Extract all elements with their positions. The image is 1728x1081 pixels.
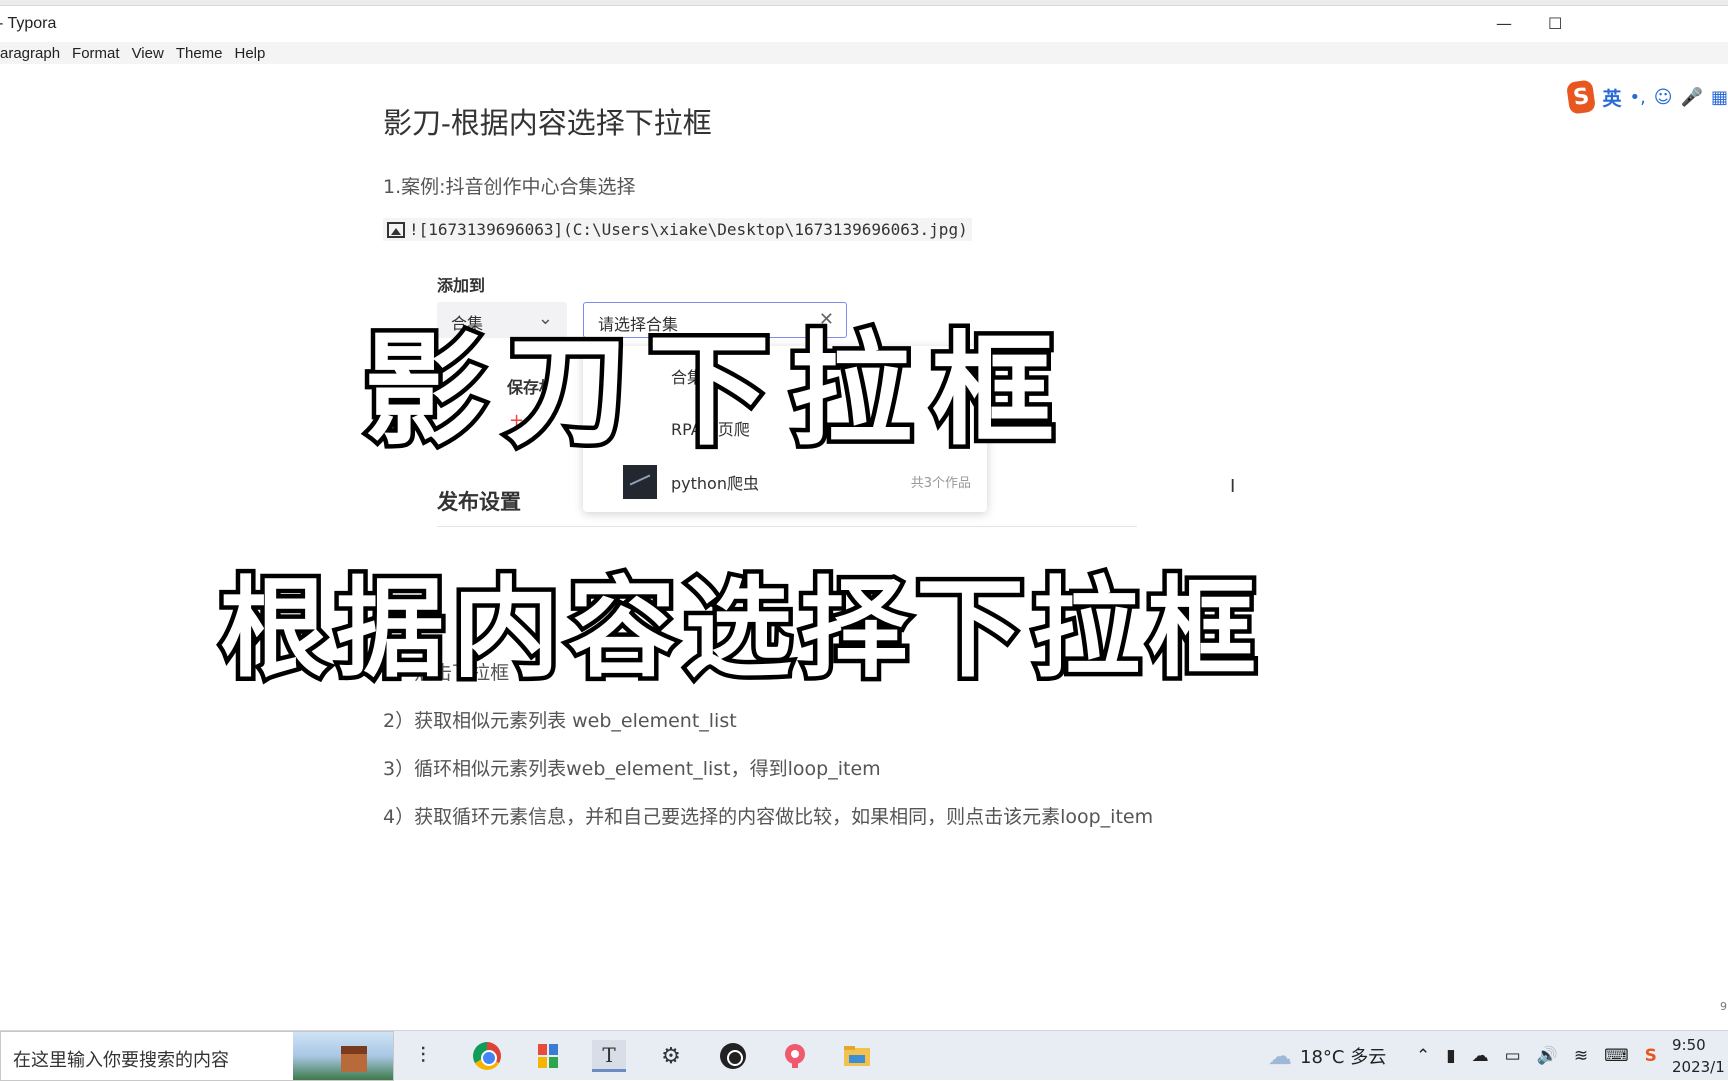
yingdao-icon[interactable] [778,1040,812,1072]
collection-thumbnail [623,465,657,499]
system-tray: ⌃ ▮ ☁ ▭ 🔊 ≋ ⌨ S [1416,1031,1657,1081]
cloud-icon: ☁ [1268,1042,1292,1070]
dropdown-item-name: python爬虫 [671,474,759,493]
publish-settings-heading: 发布设置 [437,490,521,514]
chrome-icon[interactable] [470,1040,504,1072]
punctuation-icon[interactable]: •, [1629,87,1645,108]
ime-toolbar: S 英 •, ☺ 🎤 ▦ [1565,79,1728,115]
chevron-up-icon[interactable]: ⌃ [1416,1046,1430,1066]
text-cursor-icon: I [1230,476,1236,497]
case-paragraph: 1.案例:抖音创作中心合集选择 [383,176,636,198]
search-highlight-image [293,1032,393,1080]
image-icon [387,221,405,238]
step-3: 3）循环相似元素列表web_element_list，得到loop_item [383,758,881,780]
taskbar-search[interactable]: 在这里输入你要搜索的内容 [0,1031,394,1081]
taskbar: 在这里输入你要搜索的内容 ⫶ T ⚙ ☁ 18°C 多云 ⌃ ▮ ☁ ▭ 🔊 ≋… [0,1030,1728,1081]
app-grid-icon[interactable] [532,1040,566,1072]
image-link[interactable]: ![1673139696063](C:\Users\xiake\Desktop\… [383,218,972,241]
grid-icon[interactable]: ▦ [1711,87,1728,108]
bookmark-icon[interactable]: ▮ [1446,1046,1455,1066]
step-2: 2）获取相似元素列表 web_element_list [383,710,737,732]
menu-bar: aragraph Format View Theme Help [0,42,1728,64]
document-title: 影刀-根据内容选择下拉框 [383,106,712,140]
volume-icon[interactable]: 🔊 [1537,1046,1558,1066]
menu-format[interactable]: Format [66,45,126,62]
keyboard-icon[interactable]: ⌨ [1604,1046,1629,1066]
sogou-tray-icon[interactable]: S [1645,1046,1657,1066]
divider [437,526,1137,527]
menu-view[interactable]: View [126,45,170,62]
title-bar: - Typora — ☐ [0,5,1728,42]
overlay-title: 影刀下拉框 [360,316,1074,467]
weather-text: 18°C 多云 [1300,1047,1387,1068]
sogou-logo-icon[interactable]: S [1565,79,1597,115]
overlay-subtitle: 根据内容选择下拉框 [215,563,1265,697]
search-placeholder: 在这里输入你要搜索的内容 [13,1050,229,1071]
obs-icon[interactable] [716,1040,750,1072]
clock-date: 2023/1 [1672,1058,1725,1076]
battery-icon[interactable]: ▭ [1505,1046,1521,1066]
typora-taskbar-icon[interactable]: T [592,1040,626,1072]
task-view-icon[interactable]: ⫶ [406,1040,440,1072]
maximize-button[interactable]: ☐ [1548,14,1562,33]
ime-mode-toggle[interactable]: 英 [1602,84,1621,111]
onedrive-icon[interactable]: ☁ [1472,1046,1489,1066]
image-link-text: ![1673139696063](C:\Users\xiake\Desktop\… [409,220,968,239]
typora-window: - Typora — ☐ aragraph Format View Theme … [0,0,1728,1030]
emoji-icon[interactable]: ☺ [1654,87,1673,108]
dropdown-item-count: 共3个作品 [910,476,971,491]
clock-time: 9:50 [1672,1036,1706,1054]
settings-gear-icon[interactable]: ⚙ [654,1040,688,1072]
menu-paragraph[interactable]: aragraph [0,45,66,62]
minimize-button[interactable]: — [1496,14,1512,33]
step-4: 4）获取循环元素信息，并和自己要选择的内容做比较，如果相同，则点击该元素loop… [383,806,1154,828]
file-explorer-icon[interactable] [840,1040,874,1072]
wifi-icon[interactable]: ≋ [1574,1046,1588,1066]
clock[interactable]: 9:50 2023/1 [1672,1034,1725,1078]
menu-help[interactable]: Help [229,45,272,62]
window-title: - Typora [0,15,57,32]
page-number: 9 [1720,1000,1727,1013]
menu-theme[interactable]: Theme [170,45,229,62]
weather-widget[interactable]: ☁ 18°C 多云 [1268,1031,1386,1081]
microphone-icon[interactable]: 🎤 [1681,87,1703,108]
